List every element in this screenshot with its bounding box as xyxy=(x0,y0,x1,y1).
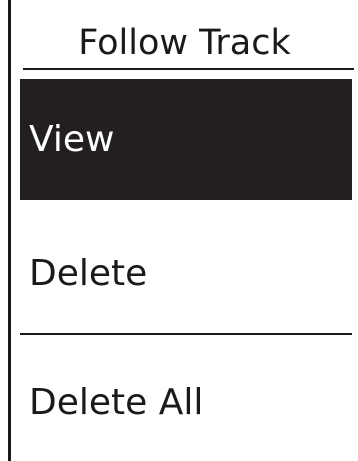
title-divider xyxy=(23,68,354,70)
device-screen: Follow Track View Delete Delete All xyxy=(8,0,358,461)
menu-item-label: Delete xyxy=(29,253,148,294)
menu-item-delete[interactable]: Delete xyxy=(20,215,352,332)
menu-item-label: View xyxy=(29,119,115,160)
menu-divider xyxy=(20,333,352,335)
menu-item-view[interactable]: View xyxy=(20,79,352,200)
screen-title: Follow Track xyxy=(78,23,291,63)
menu-item-delete-all[interactable]: Delete All xyxy=(20,345,352,460)
menu-item-label: Delete All xyxy=(29,382,204,423)
